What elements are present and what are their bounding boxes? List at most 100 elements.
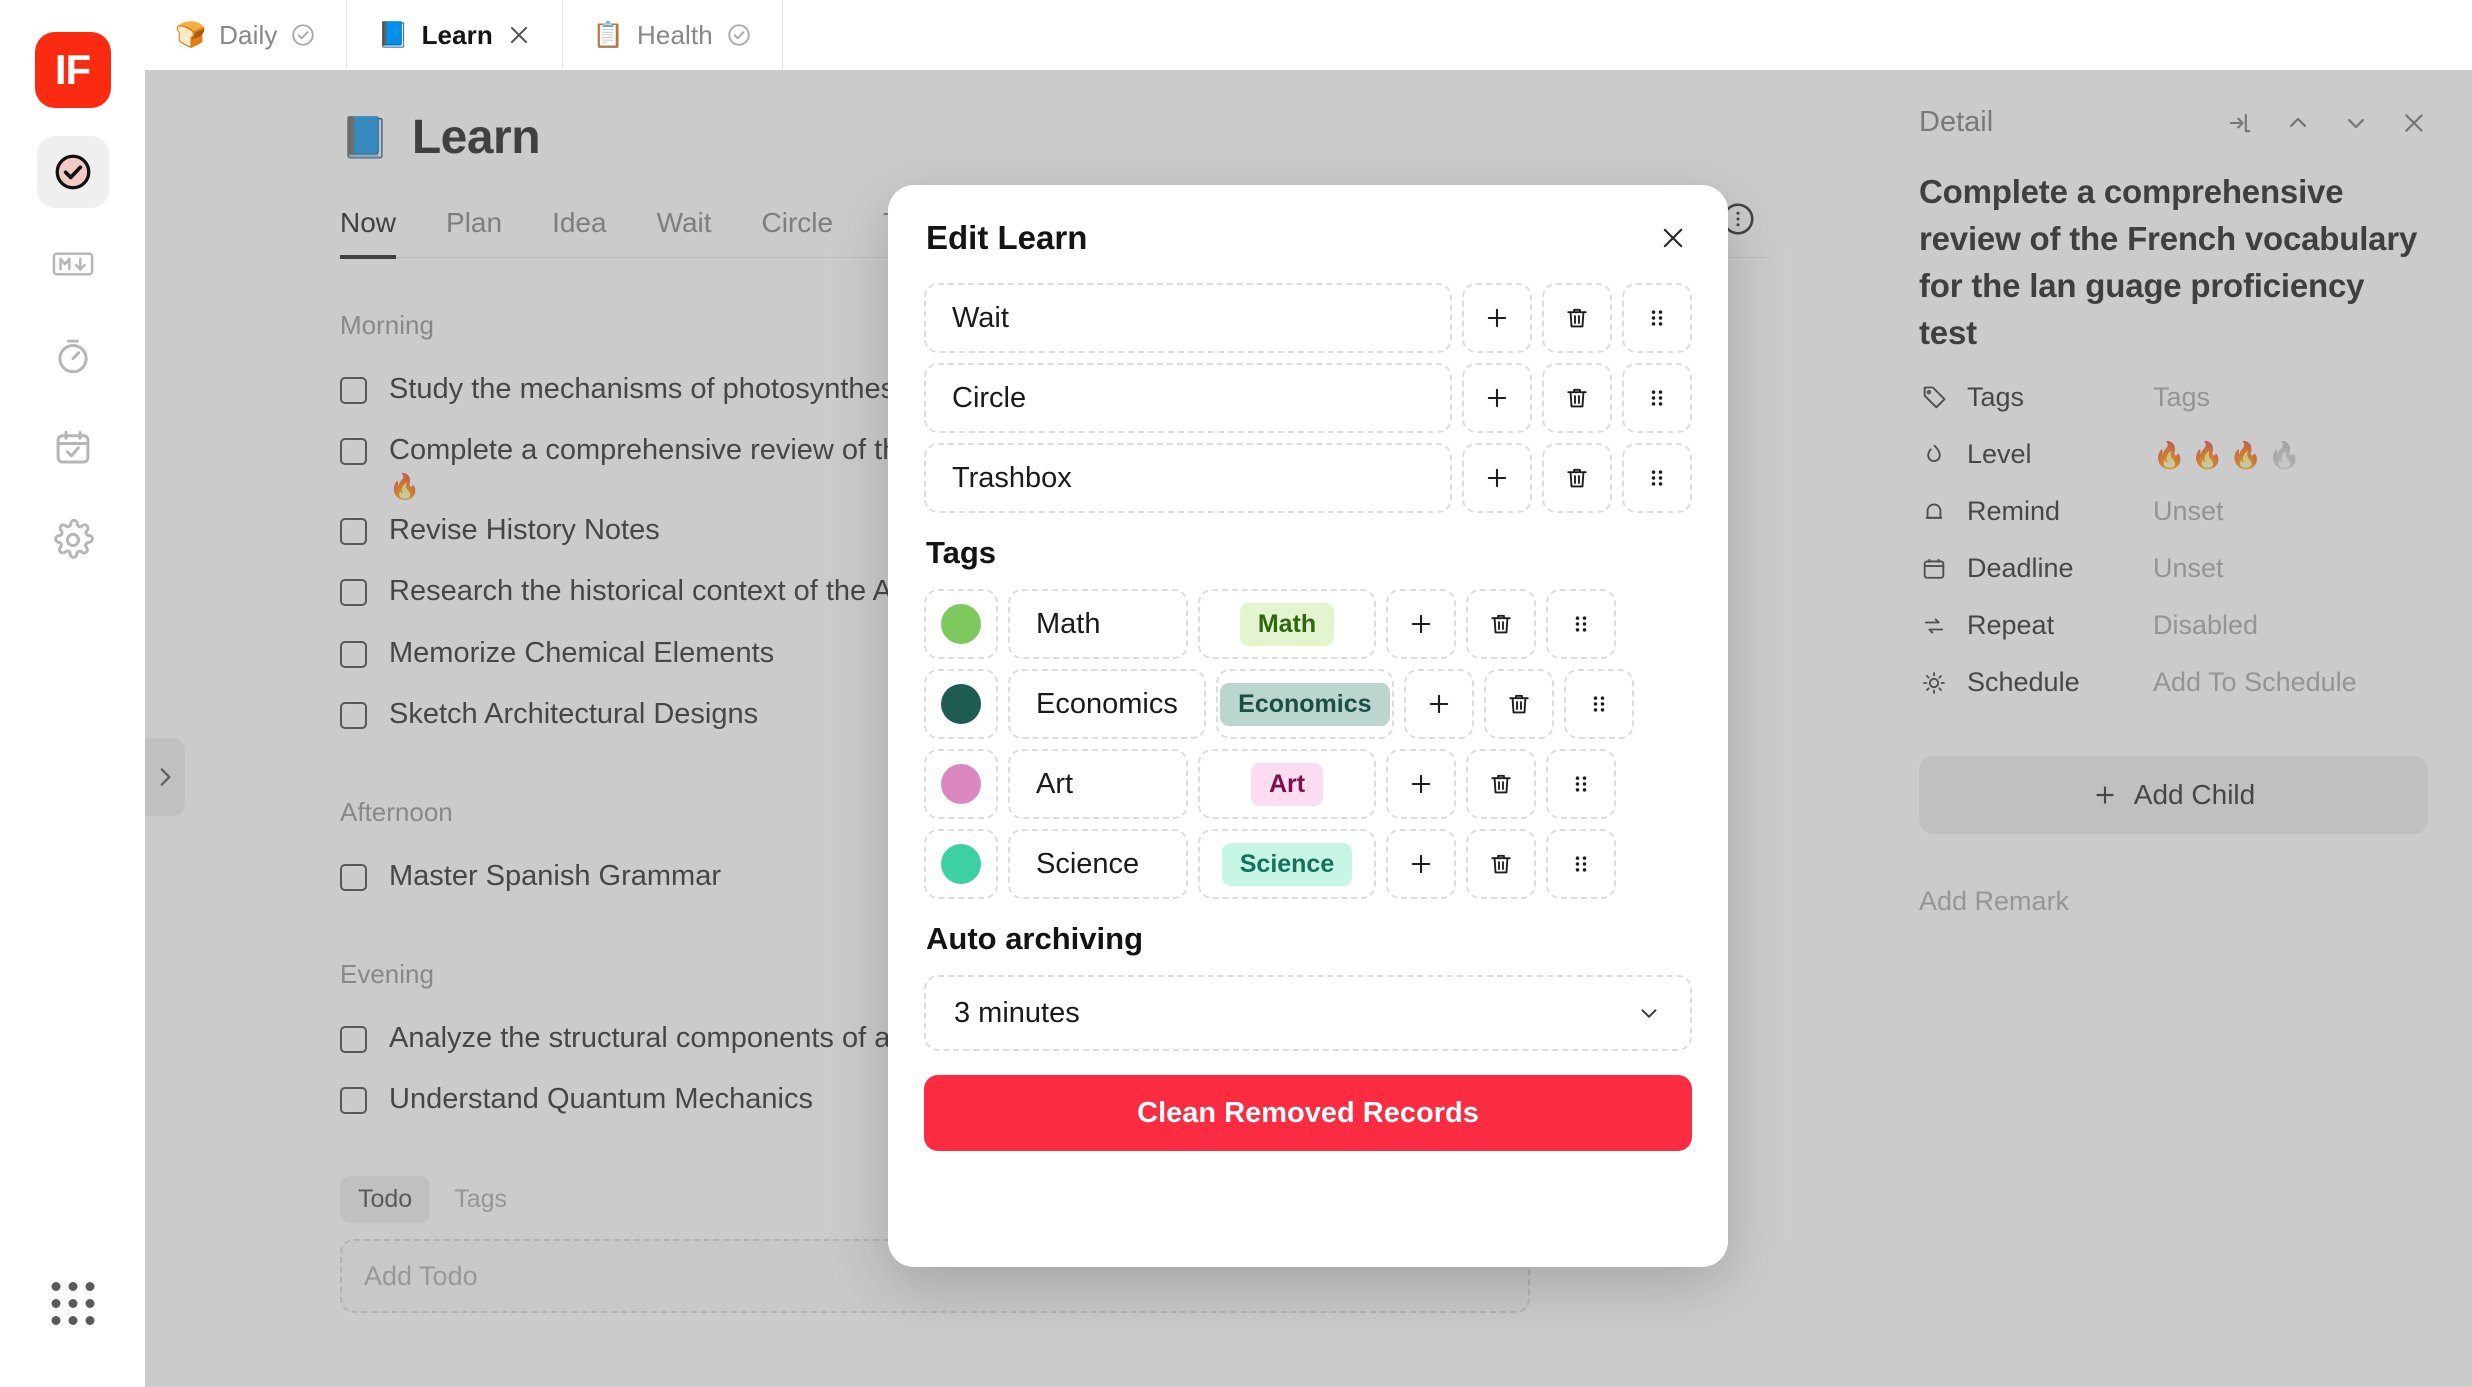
tab-learn[interactable]: 📘 Learn — [347, 0, 563, 70]
modal-header: Edit Learn — [888, 185, 1728, 283]
calendar-icon — [1919, 555, 1949, 583]
add-icon[interactable] — [1386, 829, 1456, 899]
open-in-icon[interactable] — [2226, 109, 2254, 137]
tab-label: Health — [637, 19, 713, 50]
delete-icon[interactable] — [1542, 363, 1612, 433]
tag-color-swatch[interactable] — [924, 749, 998, 819]
drag-handle-icon[interactable] — [1546, 829, 1616, 899]
add-child-button[interactable]: Add Child — [1919, 756, 2428, 835]
prop-value: Add To Schedule — [2153, 667, 2357, 698]
clean-removed-records-button[interactable]: Clean Removed Records — [924, 1075, 1692, 1151]
tag-name-input[interactable]: Art — [1008, 749, 1188, 819]
prop-label: Remind — [1967, 496, 2061, 527]
tag-preview-chip: Science — [1198, 829, 1376, 899]
sidebar-item-settings[interactable] — [37, 504, 109, 576]
tag-row-math: Math Math — [924, 589, 1692, 659]
check-circle-icon[interactable] — [726, 22, 752, 48]
list-name-input[interactable]: Wait — [924, 283, 1452, 353]
chevron-down-icon[interactable] — [2342, 109, 2370, 137]
add-icon[interactable] — [1462, 443, 1532, 513]
tag-name-input[interactable]: Science — [1008, 829, 1188, 899]
tab-daily[interactable]: 🍞 Daily — [145, 0, 348, 70]
plus-icon — [2092, 782, 2118, 808]
flame-off-icon[interactable]: 🔥 — [2268, 442, 2300, 468]
grid-dots-icon[interactable] — [51, 1282, 94, 1325]
close-icon[interactable] — [1658, 223, 1688, 253]
tab-health[interactable]: 📋 Health — [563, 0, 783, 70]
calendar-check-icon — [52, 427, 94, 469]
tag-chip-label: Science — [1221, 842, 1353, 886]
tag-row-science: Science Science — [924, 829, 1692, 899]
app-logo[interactable]: IF — [34, 32, 111, 108]
prop-schedule[interactable]: Schedule Add To Schedule — [1919, 667, 2428, 698]
prop-label: Schedule — [1967, 667, 2080, 698]
sidebar-item-calendar[interactable] — [37, 412, 109, 484]
delete-icon[interactable] — [1483, 669, 1554, 739]
tag-preview-chip: Art — [1198, 749, 1376, 819]
add-child-label: Add Child — [2133, 779, 2256, 811]
add-icon[interactable] — [1403, 669, 1474, 739]
detail-panel: Detail Complete a comprehensive review o… — [1875, 70, 2472, 1387]
tag-name-input[interactable]: Math — [1008, 589, 1188, 659]
tag-chip-label: Math — [1239, 602, 1335, 646]
tag-color-swatch[interactable] — [924, 669, 998, 739]
sidebar-item-timer[interactable] — [37, 320, 109, 392]
delete-icon[interactable] — [1542, 443, 1612, 513]
list-row-wait: Wait — [924, 283, 1692, 353]
rail-items — [36, 136, 109, 576]
delete-icon[interactable] — [1466, 589, 1536, 659]
list-row-trashbox: Trashbox — [924, 443, 1692, 513]
check-circle-icon — [52, 151, 94, 193]
level-flames[interactable]: 🔥 🔥 🔥 🔥 — [2153, 442, 2301, 468]
prop-level[interactable]: Level 🔥 🔥 🔥 🔥 — [1919, 439, 2428, 470]
auto-archiving-title: Auto archiving — [926, 921, 1144, 956]
sidebar-item-tasks[interactable] — [36, 136, 109, 208]
add-icon[interactable] — [1462, 363, 1532, 433]
add-icon[interactable] — [1386, 749, 1456, 819]
list-name-input[interactable]: Trashbox — [924, 443, 1452, 513]
prop-value: Unset — [2153, 496, 2224, 527]
tag-row-economics: Economics Economics — [924, 669, 1692, 739]
modal-title: Edit Learn — [926, 219, 1088, 256]
add-icon[interactable] — [1386, 589, 1456, 659]
clipboard-icon: 📋 — [592, 20, 625, 49]
tab-strip: 🍞 Daily 📘 Learn 📋 Health — [0, 0, 2472, 70]
tag-row-art: Art Art — [924, 749, 1692, 819]
delete-icon[interactable] — [1466, 829, 1536, 899]
flame-on-icon[interactable]: 🔥 — [2230, 442, 2262, 468]
prop-tags[interactable]: Tags Tags — [1919, 382, 2428, 413]
drag-handle-icon[interactable] — [1563, 669, 1634, 739]
sidebar-item-markdown[interactable] — [37, 228, 109, 300]
tag-preview-chip: Math — [1198, 589, 1376, 659]
close-icon[interactable] — [2400, 109, 2428, 137]
delete-icon[interactable] — [1542, 283, 1612, 353]
prop-repeat[interactable]: Repeat Disabled — [1919, 610, 2428, 641]
prop-label: Level — [1967, 439, 2032, 470]
bread-icon: 🍞 — [175, 20, 207, 49]
tag-color-swatch[interactable] — [924, 589, 998, 659]
tag-name-input[interactable]: Economics — [1008, 669, 1206, 739]
chevron-up-icon[interactable] — [2284, 109, 2312, 137]
drag-handle-icon[interactable] — [1546, 589, 1616, 659]
drag-handle-icon[interactable] — [1546, 749, 1616, 819]
add-icon[interactable] — [1462, 283, 1532, 353]
add-remark-button[interactable]: Add Remark — [1919, 886, 2428, 917]
flame-on-icon[interactable]: 🔥 — [2191, 442, 2223, 468]
prop-deadline[interactable]: Deadline Unset — [1919, 553, 2428, 584]
drag-handle-icon[interactable] — [1622, 283, 1692, 353]
close-icon[interactable] — [506, 22, 532, 48]
tag-color-swatch[interactable] — [924, 829, 998, 899]
drag-handle-icon[interactable] — [1622, 443, 1692, 513]
delete-icon[interactable] — [1466, 749, 1536, 819]
auto-archiving-select[interactable]: 3 minutes — [924, 975, 1692, 1051]
tag-chip-label: Art — [1250, 762, 1324, 806]
check-circle-icon[interactable] — [290, 22, 316, 48]
list-name-input[interactable]: Circle — [924, 363, 1452, 433]
drag-handle-icon[interactable] — [1622, 363, 1692, 433]
prop-label: Repeat — [1967, 610, 2055, 641]
edit-learn-modal: Edit Learn Wait Circle Trashbox Tags Mat… — [888, 185, 1728, 1267]
detail-header: Detail — [1919, 106, 2428, 139]
flame-on-icon[interactable]: 🔥 — [2153, 442, 2185, 468]
prop-remind[interactable]: Remind Unset — [1919, 496, 2428, 527]
left-rail: IF — [0, 0, 145, 1387]
